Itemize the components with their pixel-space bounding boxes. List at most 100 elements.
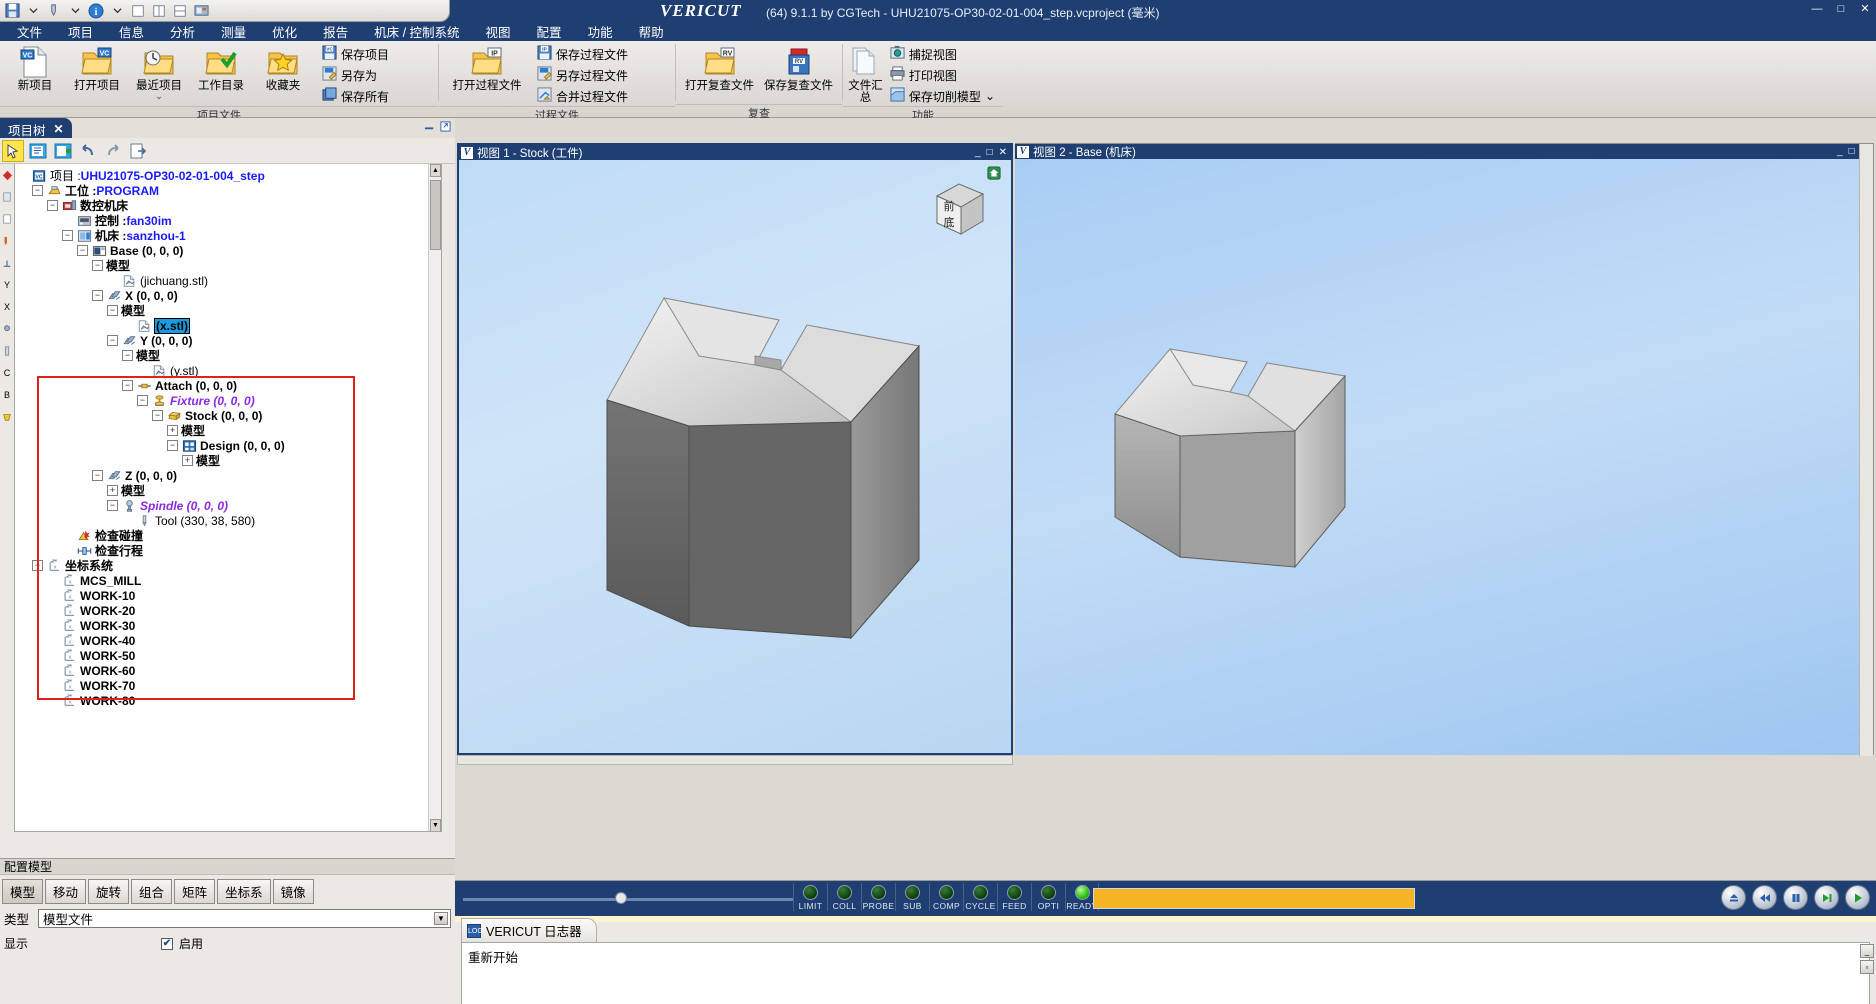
save-all-button[interactable]: 保存所有 — [320, 86, 393, 106]
menu-item-machine-control[interactable]: 机床 / 控制系统 — [361, 21, 472, 42]
tree-node[interactable]: Z Y X WORK-20 — [17, 603, 427, 618]
export-icon[interactable] — [127, 140, 149, 162]
config-tab-mirror[interactable]: 镜像 — [272, 879, 314, 904]
menu-item-measure[interactable]: 测量 — [208, 21, 259, 42]
merge-process-file-button[interactable]: 合并过程文件 — [535, 86, 632, 106]
rewind-button[interactable] — [1752, 885, 1777, 910]
open-review-file-button[interactable]: RV 打开复查文件 — [680, 43, 759, 92]
undo-icon[interactable] — [77, 140, 99, 162]
tree-node[interactable]: Tool (330, 38, 580) — [17, 513, 427, 528]
machine-preview-icon[interactable] — [192, 2, 210, 20]
pause-button[interactable] — [1783, 885, 1808, 910]
simulation-progress-track[interactable] — [463, 898, 793, 901]
view-1-canvas[interactable]: 前 底 — [459, 160, 1011, 753]
chevron-down-icon[interactable]: ▼ — [434, 912, 448, 925]
log-float-icon[interactable]: ▫ — [1860, 960, 1874, 974]
info-icon[interactable]: i — [87, 2, 105, 20]
collapse-toggle-icon[interactable]: − — [77, 245, 88, 256]
save-as-process-file-button[interactable]: 另存过程文件 — [535, 65, 632, 85]
collapse-toggle-icon[interactable]: − — [122, 350, 133, 361]
config-tab-matrix[interactable]: 矩阵 — [174, 879, 216, 904]
menu-item-info[interactable]: 信息 — [106, 21, 157, 42]
edit-document-icon[interactable] — [27, 140, 49, 162]
tree-node[interactable]: + 模型 — [17, 423, 427, 438]
log-minimize-icon[interactable]: _ — [1860, 944, 1874, 958]
project-tree[interactable]: VC 项目 : UHU21075-OP30-02-01-004_step − 工位 :… — [14, 164, 442, 832]
tool-icon[interactable] — [45, 2, 63, 20]
tree-node[interactable]: Z Y X WORK-80 — [17, 693, 427, 708]
view-2-scrollbar[interactable] — [1859, 144, 1873, 756]
minimize-icon[interactable]: — — [1810, 2, 1824, 16]
expand-toggle-icon[interactable]: + — [182, 455, 193, 466]
tree-node[interactable]: − 机床 : sanzhou-1 — [17, 228, 427, 243]
view-1-horizontal-scrollbar[interactable] — [457, 755, 1013, 765]
config-tab-rotate[interactable]: 旋转 — [88, 879, 130, 904]
scroll-down-arrow[interactable]: ▼ — [430, 819, 441, 831]
menu-item-config[interactable]: 配置 — [524, 21, 575, 42]
config-tab-combine[interactable]: 组合 — [131, 879, 173, 904]
collapse-toggle-icon[interactable]: − — [32, 560, 43, 571]
tree-node[interactable]: − 工位 : PROGRAM — [17, 183, 427, 198]
file-summary-button[interactable]: 文件汇总 — [847, 43, 884, 104]
tree-node[interactable]: Z Y X WORK-40 — [17, 633, 427, 648]
stack-pane-icon[interactable] — [171, 2, 189, 20]
collapse-toggle-icon[interactable]: − — [92, 260, 103, 271]
tree-node[interactable]: 检查行程 — [17, 543, 427, 558]
tree-node[interactable]: + 模型 — [17, 453, 427, 468]
view-2-minimize-icon[interactable]: _ — [1837, 146, 1843, 157]
expand-toggle-icon[interactable]: + — [167, 425, 178, 436]
save-cut-model-button[interactable]: 保存切削模型 ⌄ — [888, 86, 999, 106]
chevron-down-icon[interactable]: ⌄ — [155, 92, 163, 101]
tree-node[interactable]: Z Y X WORK-10 — [17, 588, 427, 603]
tree-node[interactable]: (x.stl) — [17, 317, 427, 334]
config-tab-move[interactable]: 移动 — [45, 879, 87, 904]
tree-vertical-scrollbar[interactable]: ▲ ▼ — [428, 164, 441, 831]
close-icon[interactable]: ✕ — [54, 122, 64, 136]
split-pane-icon[interactable] — [150, 2, 168, 20]
tree-node[interactable]: − Spindle (0, 0, 0) — [17, 498, 427, 513]
save-as-button[interactable]: 另存为 — [320, 65, 393, 85]
collapse-toggle-icon[interactable]: − — [47, 200, 58, 211]
tree-node[interactable]: Z Y X MCS_MILL — [17, 573, 427, 588]
dock-minimize-icon[interactable] — [424, 121, 435, 135]
tree-node[interactable]: 检查碰撞 — [17, 528, 427, 543]
view-2-canvas[interactable] — [1015, 159, 1873, 755]
tree-node[interactable]: − Design (0, 0, 0) — [17, 438, 427, 453]
view-2-maximize-icon[interactable]: □ — [1849, 146, 1855, 157]
collapse-toggle-icon[interactable]: − — [107, 305, 118, 316]
add-document-icon[interactable] — [52, 140, 74, 162]
chevron-down-icon[interactable] — [108, 2, 126, 20]
pointer-tool-icon[interactable] — [2, 139, 24, 162]
menu-item-project[interactable]: 项目 — [55, 21, 106, 42]
tree-node[interactable]: Z Y X WORK-70 — [17, 678, 427, 693]
save-review-file-button[interactable]: RV 保存复查文件 — [759, 43, 838, 92]
close-icon[interactable]: ✕ — [1858, 2, 1872, 16]
collapse-toggle-icon[interactable]: − — [152, 410, 163, 421]
tree-node[interactable]: + 模型 — [17, 483, 427, 498]
view-1-close-icon[interactable]: ✕ — [999, 147, 1007, 158]
log-message-area[interactable]: 重新开始 — [461, 942, 1870, 1004]
tree-node[interactable]: − Y (0, 0, 0) — [17, 333, 427, 348]
tree-node[interactable]: − 模型 — [17, 348, 427, 363]
menu-item-report[interactable]: 报告 — [310, 21, 361, 42]
step-button[interactable] — [1814, 885, 1839, 910]
tree-node[interactable]: − 模型 — [17, 303, 427, 318]
collapse-toggle-icon[interactable]: − — [62, 230, 73, 241]
tree-node[interactable]: − Stock (0, 0, 0) — [17, 408, 427, 423]
config-tab-coordinate[interactable]: 坐标系 — [217, 879, 271, 904]
collapse-toggle-icon[interactable]: − — [167, 440, 178, 451]
tree-node[interactable]: (y.stl) — [17, 363, 427, 378]
single-pane-icon[interactable] — [129, 2, 147, 20]
config-tab-model[interactable]: 模型 — [2, 879, 44, 904]
simulation-progress-knob[interactable] — [615, 892, 627, 904]
tree-node[interactable]: Z Y X WORK-30 — [17, 618, 427, 633]
tree-node[interactable]: (jichuang.stl) — [17, 273, 427, 288]
tree-node[interactable]: − X (0, 0, 0) — [17, 288, 427, 303]
enable-checkbox[interactable]: ✔ — [161, 937, 173, 950]
expand-toggle-icon[interactable]: + — [107, 485, 118, 496]
menu-item-view[interactable]: 视图 — [473, 21, 524, 42]
open-project-button[interactable]: VC 打开项目 — [66, 43, 128, 92]
play-button[interactable] — [1845, 885, 1870, 910]
menu-item-function[interactable]: 功能 — [575, 21, 626, 42]
tree-node[interactable]: − Attach (0, 0, 0) — [17, 378, 427, 393]
